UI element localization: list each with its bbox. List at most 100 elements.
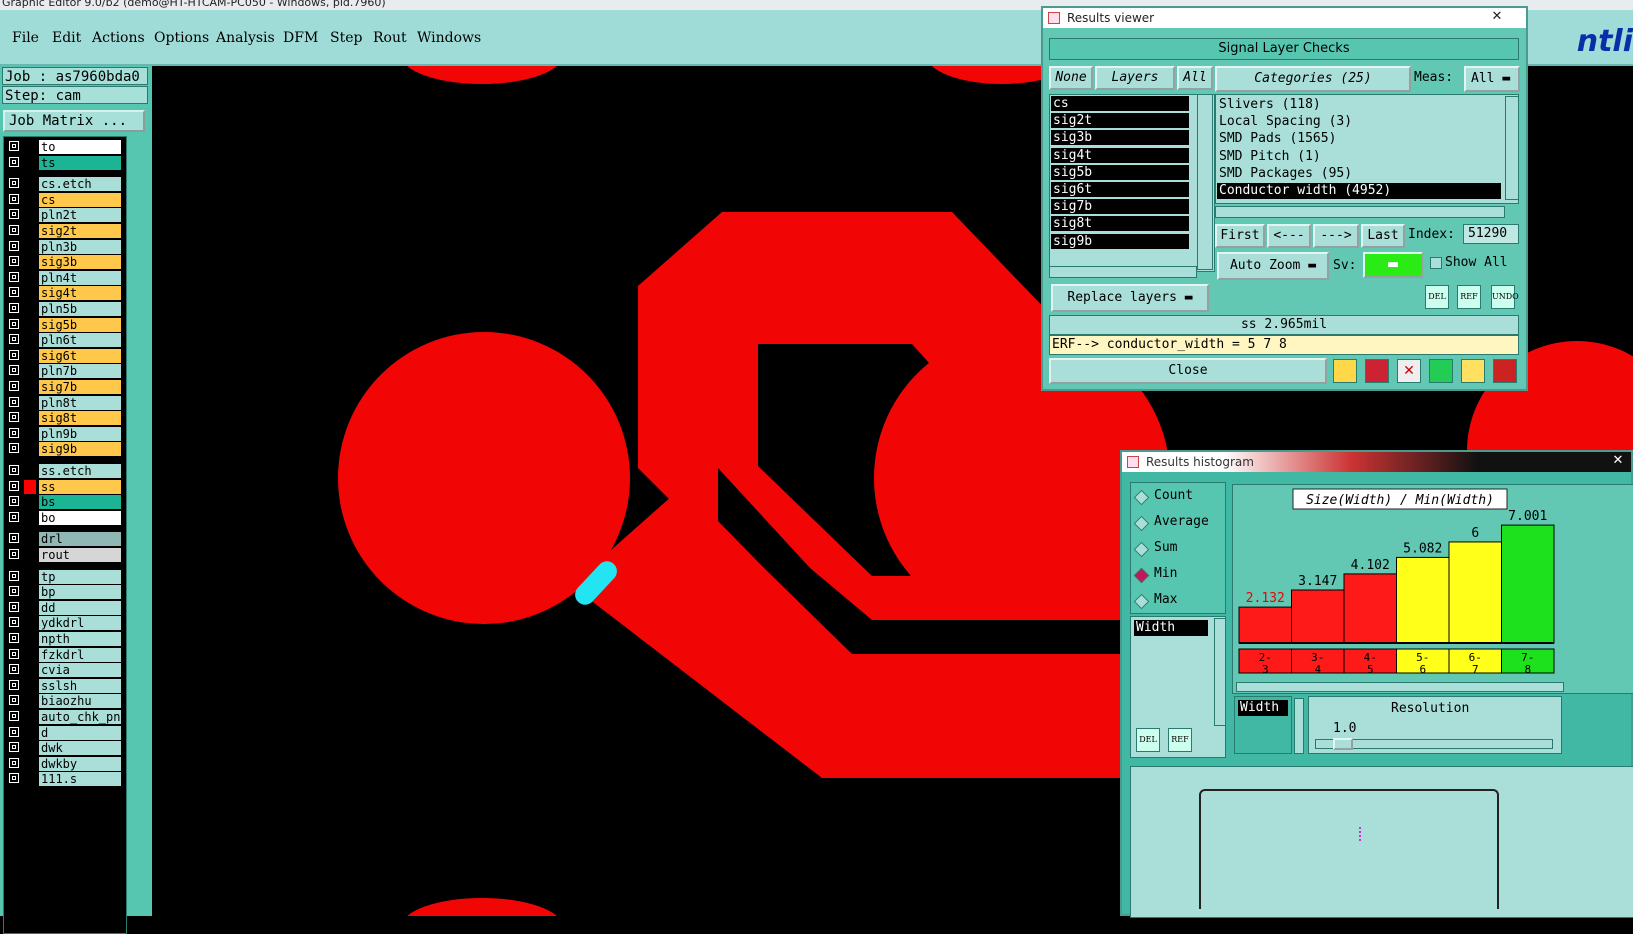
layer-checkbox[interactable]	[9, 178, 19, 189]
layer-row[interactable]: dwk	[4, 741, 126, 756]
layer-checkbox[interactable]	[9, 156, 19, 167]
layer-row[interactable]: cvia	[4, 663, 126, 678]
layer-checkbox[interactable]	[9, 617, 19, 628]
layer-row[interactable]: ydkdrl	[4, 616, 126, 631]
layer-checkbox[interactable]	[9, 256, 19, 267]
severity-dropdown[interactable]: ▬	[1363, 252, 1423, 278]
layer-color-swatch[interactable]	[24, 741, 36, 756]
layer-row[interactable]: pln4t	[4, 270, 126, 285]
menu-step[interactable]: Step	[330, 30, 362, 46]
layer-row[interactable]: cs.etch	[4, 177, 126, 192]
results-layer-item[interactable]: sig2t	[1051, 113, 1189, 129]
layer-row[interactable]: ts	[4, 155, 126, 170]
layer-row[interactable]: sig7b	[4, 380, 126, 394]
results-layer-item[interactable]: cs	[1051, 96, 1189, 111]
layer-row[interactable]: sig3b	[4, 255, 126, 270]
field-scrollbar[interactable]	[1294, 698, 1304, 754]
layer-row[interactable]: cs	[4, 192, 126, 207]
category-item[interactable]: Slivers (118)	[1217, 97, 1501, 113]
layer-checkbox[interactable]	[9, 381, 19, 391]
layer-row[interactable]: pln3b	[4, 239, 126, 254]
index-input[interactable]: 51290	[1463, 224, 1519, 244]
layer-checkbox[interactable]	[9, 633, 19, 643]
auto-zoom-dropdown[interactable]: Auto Zoom ▬	[1217, 252, 1329, 280]
category-item[interactable]: Local Spacing (3)	[1217, 114, 1501, 130]
radio-icon[interactable]	[1133, 541, 1150, 558]
menu-edit[interactable]: Edit	[52, 30, 81, 46]
none-button[interactable]: None	[1049, 66, 1093, 90]
layer-color-swatch[interactable]	[24, 756, 36, 771]
layer-row[interactable]: bp	[4, 585, 126, 600]
show-all-checkbox[interactable]	[1430, 257, 1442, 269]
layer-list-scrollbar[interactable]	[1197, 94, 1213, 270]
menu-rout[interactable]: Rout	[373, 30, 407, 46]
layer-color-swatch[interactable]	[24, 569, 36, 584]
menu-options[interactable]: Options	[154, 30, 209, 46]
layer-checkbox[interactable]	[9, 742, 19, 753]
resolution-slider-handle[interactable]	[1333, 738, 1353, 750]
layer-color-swatch[interactable]	[24, 333, 36, 348]
layer-color-swatch[interactable]	[24, 224, 36, 238]
layer-checkbox[interactable]	[9, 757, 19, 768]
layer-row[interactable]: dwkby	[4, 756, 126, 771]
layer-color-swatch[interactable]	[24, 710, 36, 724]
layer-color-swatch[interactable]	[24, 600, 36, 615]
layer-color-swatch[interactable]	[24, 270, 36, 285]
layer-color-swatch[interactable]	[24, 192, 36, 207]
layer-color-swatch[interactable]	[24, 140, 36, 154]
layer-color-swatch[interactable]	[24, 663, 36, 678]
field-list-scrollbar[interactable]	[1214, 618, 1226, 726]
layer-row[interactable]: 111.s	[4, 772, 126, 787]
layer-color-swatch[interactable]	[24, 510, 36, 525]
menu-actions[interactable]: Actions	[92, 30, 145, 46]
category-item[interactable]: SMD Pitch (1)	[1217, 149, 1501, 165]
layer-row[interactable]: ss.etch	[4, 464, 126, 478]
refresh-icon[interactable]: REF	[1168, 728, 1192, 752]
layer-color-swatch[interactable]	[24, 479, 36, 494]
layer-checkbox[interactable]	[9, 271, 19, 282]
results-layer-item[interactable]: sig8t	[1051, 216, 1189, 232]
layer-checkbox[interactable]	[9, 240, 19, 251]
results-layer-item[interactable]: sig9b	[1051, 233, 1189, 249]
layer-color-swatch[interactable]	[24, 395, 36, 410]
zoom-icon[interactable]	[1365, 359, 1389, 383]
replace-layers-dropdown[interactable]: Replace layers ▬	[1051, 284, 1209, 312]
layer-row[interactable]: tp	[4, 569, 126, 584]
layer-row[interactable]: auto_chk_pnl	[4, 710, 126, 724]
layer-checkbox[interactable]	[9, 711, 19, 721]
layer-row[interactable]: pln9b	[4, 426, 126, 441]
layer-checkbox[interactable]	[9, 225, 19, 235]
results-layer-item[interactable]: sig3b	[1051, 130, 1189, 146]
results-layer-item[interactable]: sig4t	[1051, 147, 1189, 163]
report-icon[interactable]	[1461, 359, 1485, 383]
layer-checkbox[interactable]	[9, 570, 19, 581]
histogram-chart[interactable]: Size(Width) / Min(Width)2.1322-33.1473-4…	[1233, 485, 1633, 695]
layer-row[interactable]: dd	[4, 600, 126, 615]
layer-checkbox[interactable]	[9, 601, 19, 612]
chart-hscrollbar[interactable]	[1236, 682, 1564, 692]
layer-color-swatch[interactable]	[24, 464, 36, 478]
layer-row[interactable]: to	[4, 140, 126, 154]
layer-checkbox[interactable]	[9, 496, 19, 507]
layer-row[interactable]: drl	[4, 532, 126, 547]
layer-checkbox[interactable]	[9, 648, 19, 659]
layer-color-swatch[interactable]	[24, 632, 36, 646]
category-list-hscrollbar[interactable]	[1215, 206, 1505, 218]
close-icon[interactable]: ✕	[1486, 8, 1508, 26]
layer-checkbox[interactable]	[9, 427, 19, 438]
layer-checkbox[interactable]	[9, 303, 19, 313]
radio-icon[interactable]	[1133, 489, 1150, 506]
layer-checkbox[interactable]	[9, 773, 19, 784]
delete-result-button[interactable]: DEL	[1425, 285, 1449, 309]
layer-row[interactable]: pln7b	[4, 364, 126, 379]
all-button[interactable]: All	[1177, 66, 1213, 90]
layer-checkbox[interactable]	[9, 349, 19, 360]
layer-checkbox[interactable]	[9, 664, 19, 675]
layer-color-swatch[interactable]	[24, 380, 36, 394]
delete-icon[interactable]: DEL	[1136, 728, 1160, 752]
layer-color-swatch[interactable]	[24, 239, 36, 254]
last-button[interactable]: Last	[1361, 224, 1405, 248]
layer-row[interactable]: ss	[4, 479, 126, 494]
aggregate-option[interactable]: Count	[1133, 488, 1224, 508]
layer-list[interactable]: to ts cs.etch cs pln2t sig2t pln3b sig3b pln4t si…	[3, 136, 127, 934]
